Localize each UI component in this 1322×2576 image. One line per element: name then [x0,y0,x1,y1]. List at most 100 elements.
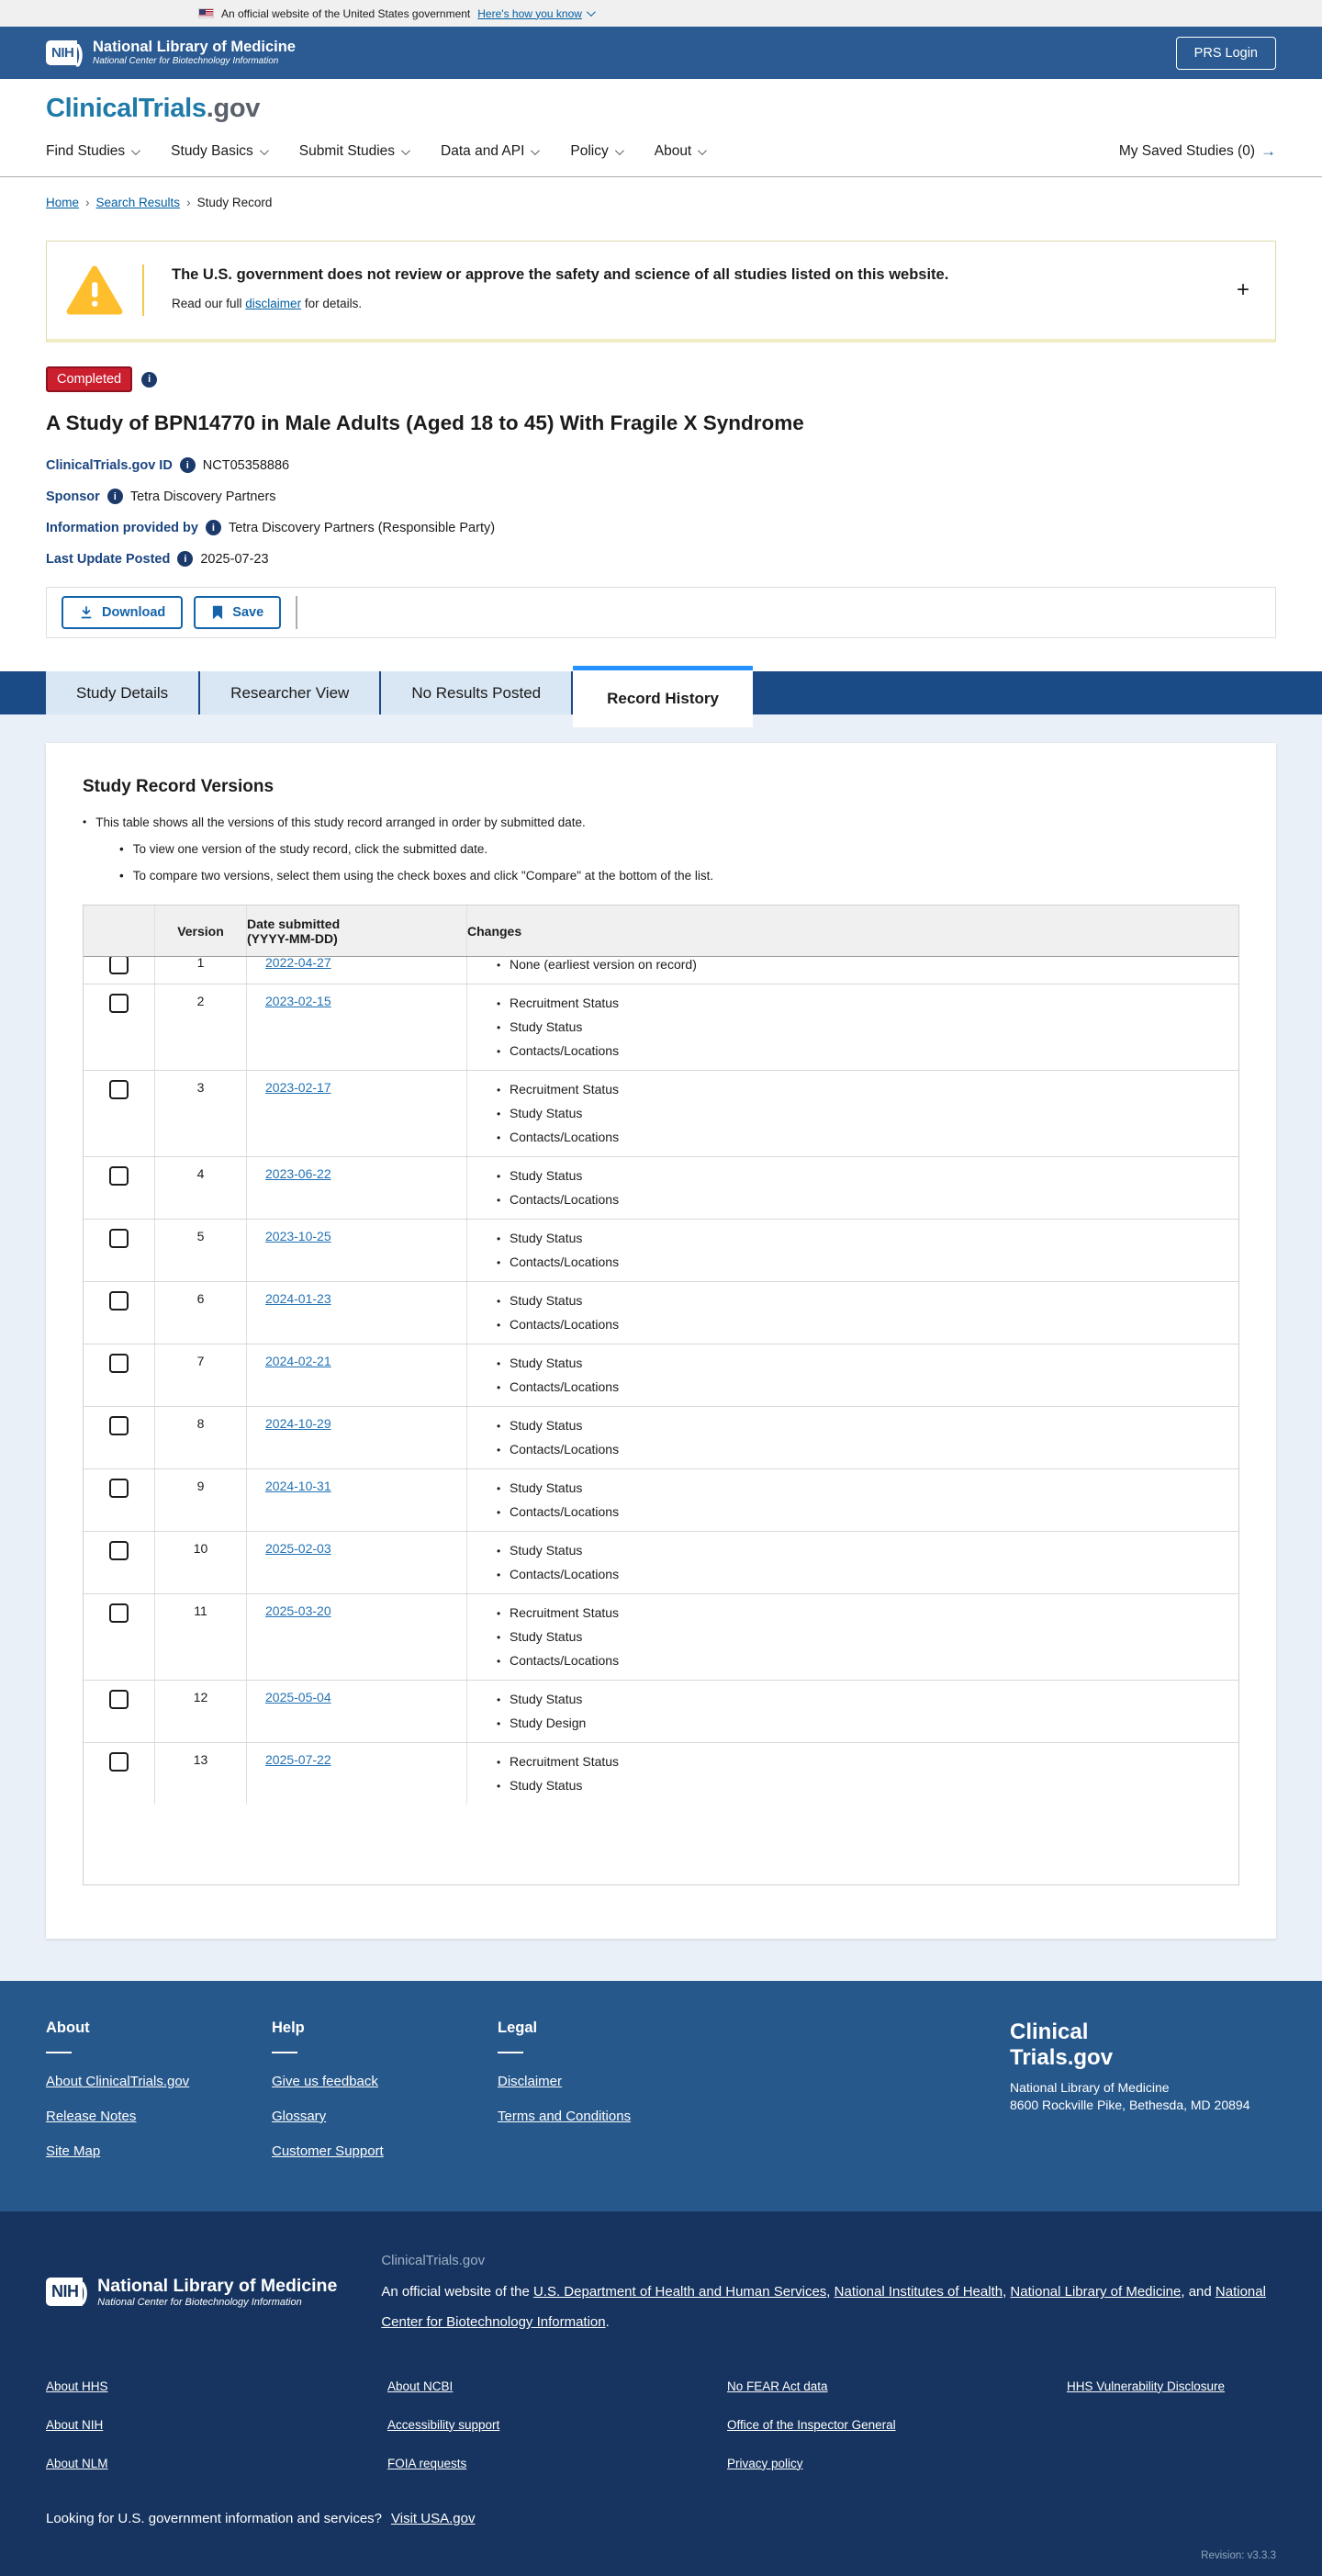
date-submitted-link[interactable]: 2025-07-22 [265,1752,331,1767]
subfooter-link[interactable]: No FEAR Act data [727,2379,1067,2393]
heres-how-you-know-link[interactable]: Here's how you know [477,7,596,20]
save-button[interactable]: Save [194,596,282,629]
subfooter-link[interactable]: HHS Vulnerability Disclosure [1067,2379,1276,2393]
subfooter-link[interactable]: About HHS [46,2379,387,2393]
nav-item-find-studies[interactable]: Find Studies [46,143,141,160]
field-label: Last Update Posted [46,551,171,567]
footer-link[interactable]: Release Notes [46,2109,272,2124]
official-agency-link[interactable]: National Institutes of Health [835,2284,1003,2300]
breadcrumb-link[interactable]: Search Results [96,196,181,209]
date-submitted-link[interactable]: 2024-01-23 [265,1291,331,1306]
site-logo[interactable]: ClinicalTrials.gov [0,79,1322,124]
footer-link[interactable]: Site Map [46,2143,272,2159]
date-submitted-link[interactable]: 2024-10-31 [265,1479,331,1493]
date-submitted-link[interactable]: 2025-03-20 [265,1603,331,1618]
version-checkbox[interactable] [109,1479,129,1498]
nav-item-data-and-api[interactable]: Data and API [441,143,541,160]
version-checkbox[interactable] [109,1166,129,1186]
chevron-down-icon [614,145,624,155]
main-nav: Find Studies Study Basics Submit Studies Da… [0,124,1322,177]
date-submitted-link[interactable]: 2024-10-29 [265,1416,331,1431]
version-row: 11 2025-03-20 Recruitment Status Study Stat… [84,1593,1238,1680]
date-submitted-link[interactable]: 2023-06-22 [265,1166,331,1181]
footer-link[interactable]: About ClinicalTrials.gov [46,2074,272,2089]
date-submitted-link[interactable]: 2025-05-04 [265,1690,331,1704]
arrow-right-icon: → [1260,142,1276,160]
subfooter-link[interactable]: About NLM [46,2457,387,2470]
version-checkbox[interactable] [109,1603,129,1623]
subfooter-link[interactable]: Office of the Inspector General [727,2418,1067,2432]
nav-item-study-basics[interactable]: Study Basics [171,143,269,160]
info-icon[interactable]: i [106,489,123,504]
prs-login-button[interactable]: PRS Login [1175,36,1276,70]
study-actions-toolbar: Download Save [46,587,1276,638]
subfooter-link[interactable]: Accessibility support [387,2418,727,2432]
nav-item-submit-studies[interactable]: Submit Studies [298,143,410,160]
nih-logo-icon: NIH) [46,2277,88,2306]
official-agency-link[interactable]: National Library of Medicine [1010,2284,1181,2300]
info-icon[interactable]: i [179,457,196,473]
subfooter-nih-logo[interactable]: NIH) National Library of Medicine Nation… [46,2246,337,2337]
tab-study-details[interactable]: Study Details [46,671,201,714]
breadcrumb-link[interactable]: Home [46,196,79,209]
nav-item-label: Submit Studies [298,143,396,159]
footer-link[interactable]: Glossary [272,2109,498,2124]
subfooter-link[interactable]: FOIA requests [387,2457,727,2470]
footer-link[interactable]: Terms and Conditions [498,2109,723,2124]
nih-nlm-logo[interactable]: NIH) National Library of Medicine Nation… [46,39,296,68]
date-submitted-link[interactable]: 2025-02-03 [265,1541,331,1556]
nav-item-about[interactable]: About [654,143,708,160]
warning-body: Read our full disclaimer for details. [172,297,363,310]
change-item: Contacts/Locations [497,1315,1238,1335]
subfooter-ct-label: ClinicalTrials.gov [381,2253,486,2268]
changes-list: Recruitment Status Study Status Contacts/L… [482,1603,1238,1671]
change-item: Study Status [497,1627,1238,1648]
nav-item-label: About [654,143,692,159]
note-sub-text: To compare two versions, select them usi… [132,869,714,883]
info-icon[interactable]: i [205,520,221,535]
nav-item-policy[interactable]: Policy [570,143,624,160]
chevron-down-icon [400,145,410,155]
footer-link[interactable]: Customer Support [272,2143,498,2159]
download-icon [81,606,92,619]
tab-researcher-view[interactable]: Researcher View [200,671,382,714]
version-checkbox[interactable] [109,1690,129,1709]
official-agency-link[interactable]: U.S. Department of Health and Human Serv… [533,2284,826,2300]
version-checkbox[interactable] [109,1416,129,1435]
info-icon[interactable]: i [177,551,194,567]
version-checkbox[interactable] [109,1752,129,1772]
version-checkbox[interactable] [109,1291,129,1310]
disclaimer-link[interactable]: disclaimer [245,297,301,310]
version-checkbox[interactable] [109,994,129,1013]
changes-list: Study Status Contacts/Locations [482,1166,1238,1210]
version-checkbox[interactable] [109,1229,129,1248]
version-checkbox[interactable] [109,957,129,974]
my-saved-studies-link[interactable]: My Saved Studies (0) → [1119,142,1276,161]
subfooter-link[interactable]: About NIH [46,2418,387,2432]
version-number: 1 [155,957,247,984]
version-checkbox[interactable] [109,1080,129,1099]
subfooter-link[interactable]: Privacy policy [727,2457,1067,2470]
date-submitted-link[interactable]: 2022-04-27 [265,957,331,970]
version-row: 12 2025-05-04 Study Status Study Design [84,1680,1238,1742]
date-submitted-link[interactable]: 2023-10-25 [265,1229,331,1243]
version-checkbox[interactable] [109,1354,129,1373]
tab-record-history[interactable]: Record History [573,666,753,727]
date-submitted-link[interactable]: 2023-02-17 [265,1080,331,1095]
date-submitted-link[interactable]: 2024-02-21 [265,1354,331,1368]
date-submitted-link[interactable]: 2023-02-15 [265,994,331,1008]
footer-link[interactable]: Disclaimer [498,2074,723,2089]
tab-no-results-posted[interactable]: No Results Posted [381,671,574,714]
version-checkbox[interactable] [109,1541,129,1560]
heading-underline [498,2052,523,2053]
table-scroll-viewport[interactable]: 1 2022-04-27 None (earliest version on rec… [84,957,1238,1884]
changes-cell: Recruitment Status Study Status [467,1743,1238,1805]
footer-link[interactable]: Give us feedback [272,2074,498,2089]
visit-usa-gov-link[interactable]: Visit USA.gov [391,2511,475,2526]
subfooter-link[interactable]: About NCBI [387,2379,727,2393]
download-button[interactable]: Download [62,596,184,629]
changes-list: Study Status Study Design [482,1690,1238,1734]
change-item: Contacts/Locations [497,1128,1238,1148]
expand-banner-button[interactable]: + [1237,277,1249,303]
info-icon[interactable]: i [141,371,158,388]
